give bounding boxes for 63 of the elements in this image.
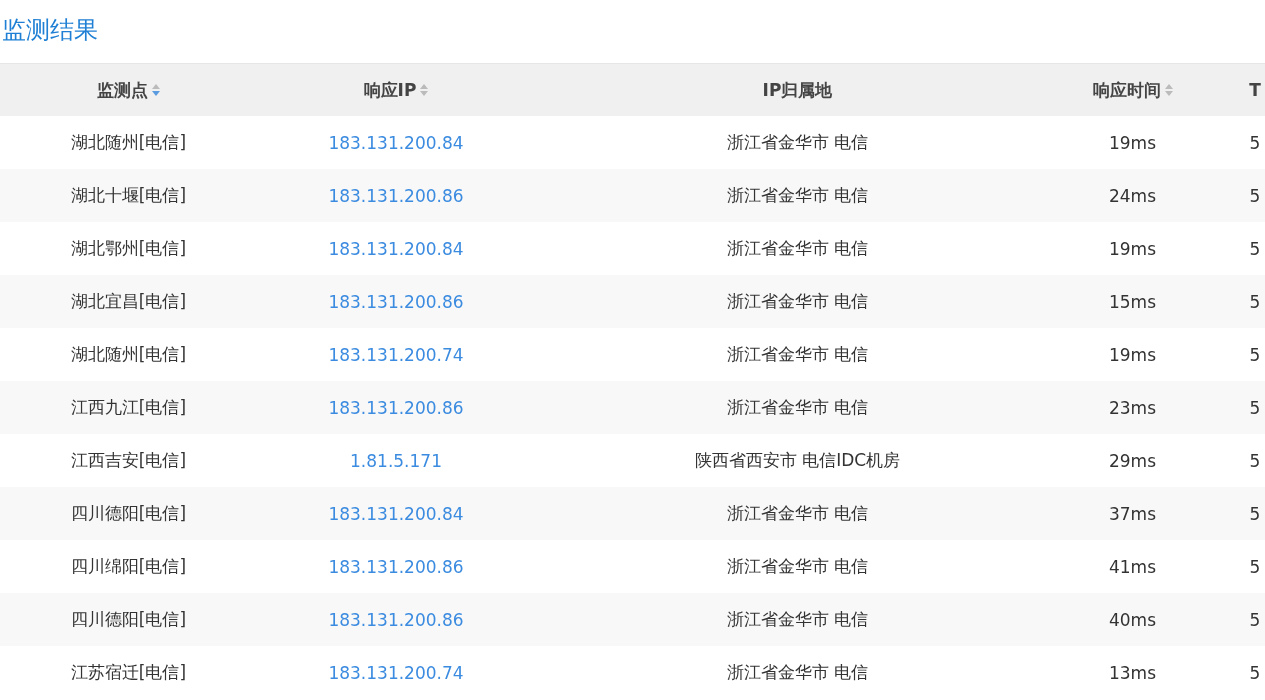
table-cell: 5 <box>1249 609 1261 630</box>
table-cell: 5 <box>1249 291 1261 312</box>
table-cell: 浙江省金华市 电信 <box>726 397 869 417</box>
table-cell: 5 <box>1249 450 1261 471</box>
ip-link[interactable]: 183.131.200.86 <box>328 397 464 418</box>
ip-link[interactable]: 1.81.5.171 <box>350 450 442 471</box>
ip-link[interactable]: 183.131.200.74 <box>328 344 464 365</box>
table-cell: 四川绵阳[电信] <box>70 556 187 576</box>
column-header: T <box>1249 80 1261 100</box>
table-cell: 湖北鄂州[电信] <box>70 238 187 258</box>
table-cell: 四川德阳[电信] <box>70 609 187 629</box>
table-cell: 浙江省金华市 电信 <box>726 609 869 629</box>
ip-link[interactable]: 183.131.200.86 <box>328 609 464 630</box>
ip-link[interactable]: 183.131.200.74 <box>328 662 464 683</box>
table-cell: 湖北随州[电信] <box>70 132 187 152</box>
table-cell: 5 <box>1249 185 1261 206</box>
ip-link[interactable]: 183.131.200.84 <box>328 238 464 259</box>
table-cell: 浙江省金华市 电信 <box>726 503 869 523</box>
table-cell: 5 <box>1249 344 1261 365</box>
table-cell: 江西吉安[电信] <box>70 450 187 470</box>
table-cell: 23ms <box>1108 397 1157 418</box>
table-cell: 陕西省西安市 电信IDC机房 <box>694 450 901 470</box>
column-header: IP归属地 <box>762 78 833 102</box>
ip-link[interactable]: 183.131.200.86 <box>328 291 464 312</box>
ip-link[interactable]: 183.131.200.84 <box>328 503 464 524</box>
table-cell: 浙江省金华市 电信 <box>726 556 869 576</box>
section-title: 监测结果 <box>2 15 98 46</box>
table-cell: 19ms <box>1108 238 1157 259</box>
table-cell: 5 <box>1249 556 1261 577</box>
table-cell: 浙江省金华市 电信 <box>726 344 869 364</box>
table-cell: 5 <box>1249 662 1261 683</box>
column-header[interactable]: 响应IP <box>363 78 417 102</box>
table-cell: 24ms <box>1108 185 1157 206</box>
table-cell: 四川德阳[电信] <box>70 503 187 523</box>
table-cell: 湖北十堰[电信] <box>70 185 187 205</box>
table-cell: 15ms <box>1108 291 1157 312</box>
ip-link[interactable]: 183.131.200.86 <box>328 556 464 577</box>
table-cell: 40ms <box>1108 609 1157 630</box>
table-cell: 19ms <box>1108 132 1157 153</box>
table-cell: 5 <box>1249 397 1261 418</box>
sort-icon[interactable] <box>420 83 429 97</box>
table-cell: 5 <box>1249 503 1261 524</box>
sort-icon[interactable] <box>152 83 160 97</box>
table-cell: 湖北宜昌[电信] <box>70 291 187 311</box>
table-cell: 29ms <box>1108 450 1157 471</box>
table-cell: 19ms <box>1108 344 1157 365</box>
table-cell: 江西九江[电信] <box>70 397 187 417</box>
table-cell: 浙江省金华市 电信 <box>726 291 869 311</box>
table-cell: 5 <box>1249 132 1261 153</box>
table-cell: 37ms <box>1108 503 1157 524</box>
table-cell: 湖北随州[电信] <box>70 344 187 364</box>
table-cell: 5 <box>1249 238 1261 259</box>
table-cell: 浙江省金华市 电信 <box>726 132 869 152</box>
table-cell: 浙江省金华市 电信 <box>726 185 869 205</box>
ip-link[interactable]: 183.131.200.86 <box>328 185 464 206</box>
column-header[interactable]: 监测点 <box>97 78 148 102</box>
table-cell: 13ms <box>1108 662 1157 683</box>
sort-icon[interactable] <box>1164 83 1173 97</box>
table-cell: 41ms <box>1108 556 1157 577</box>
table-cell: 浙江省金华市 电信 <box>726 238 869 258</box>
table-cell: 浙江省金华市 电信 <box>726 662 869 682</box>
ip-link[interactable]: 183.131.200.84 <box>328 132 464 153</box>
table-cell: 江苏宿迁[电信] <box>70 662 187 682</box>
